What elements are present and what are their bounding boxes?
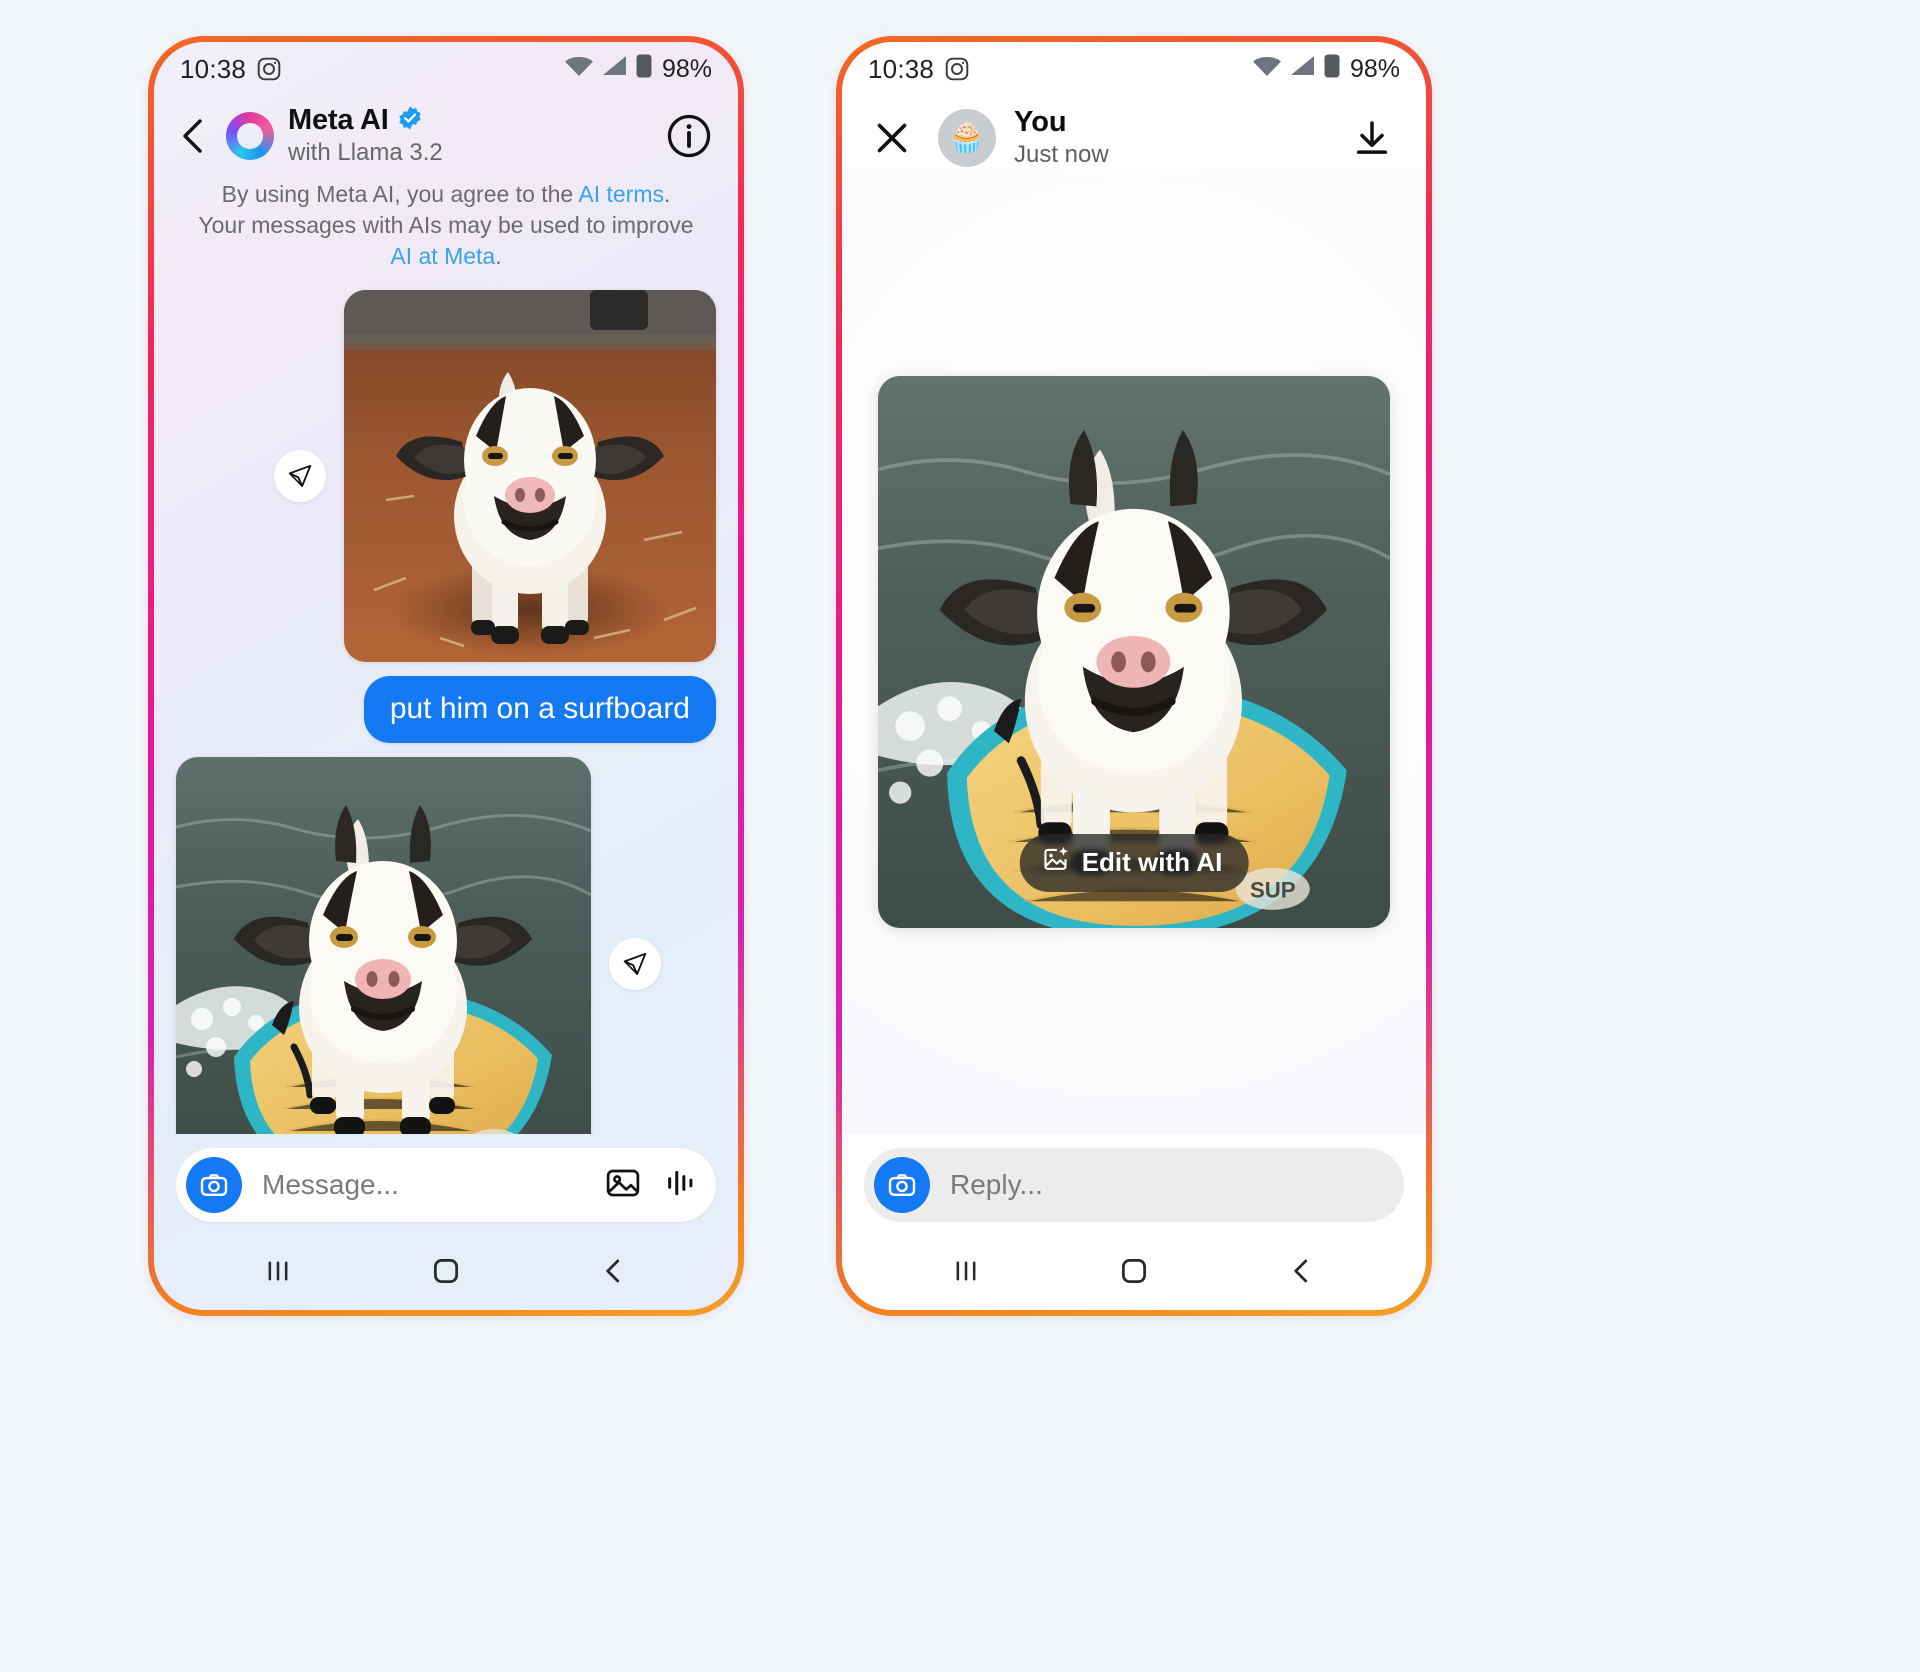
- camera-icon[interactable]: [874, 1157, 930, 1213]
- download-icon[interactable]: [1348, 114, 1396, 162]
- disclaimer-part3: .: [495, 243, 502, 269]
- sparkle-image-icon: [1042, 845, 1070, 880]
- reply-composer: Reply...: [842, 1134, 1426, 1232]
- home-icon[interactable]: [1099, 1241, 1169, 1301]
- ai-at-meta-link[interactable]: AI at Meta: [390, 243, 495, 269]
- recents-icon[interactable]: [931, 1241, 1001, 1301]
- image-gallery-icon[interactable]: [604, 1164, 642, 1207]
- composer-bar[interactable]: Message...: [176, 1148, 716, 1222]
- meta-ai-ring-icon[interactable]: [226, 111, 274, 160]
- page-root: 10:38 98% Meta AI with Llama 3.2 By usin…: [0, 0, 1920, 1672]
- avatar[interactable]: 🧁: [938, 108, 996, 167]
- camera-icon[interactable]: [186, 1157, 242, 1213]
- message-composer: Message...: [154, 1134, 738, 1232]
- instagram-icon: [944, 56, 970, 82]
- edit-with-ai-label: Edit with AI: [1081, 847, 1223, 877]
- send-paper-plane-icon[interactable]: [609, 938, 661, 990]
- battery-icon: [1324, 53, 1340, 86]
- story-timestamp: Just now: [1014, 141, 1109, 168]
- page-title: Meta AI: [288, 104, 389, 136]
- received-image-goat-surf[interactable]: SUP: [176, 756, 591, 1134]
- svg-text:SUP: SUP: [1250, 877, 1296, 902]
- status-bar-left: 10:38 98%: [154, 42, 738, 96]
- chat-title-row: Meta AI: [288, 104, 443, 137]
- back-chevron-icon[interactable]: [172, 114, 216, 158]
- composer-icons: [604, 1164, 698, 1207]
- status-time: 10:38: [868, 53, 935, 84]
- story-header-texts: You Just now: [1014, 106, 1109, 169]
- goat-on-dirt-illustration: [344, 290, 716, 662]
- message-input[interactable]: Message...: [262, 1169, 604, 1201]
- edit-with-ai-button[interactable]: Edit with AI: [1019, 833, 1249, 892]
- battery-percent: 98%: [1349, 54, 1400, 83]
- story-content[interactable]: SUP Edit with AI: [842, 169, 1426, 1134]
- story-image-goat-surf[interactable]: SUP Edit with AI: [878, 375, 1390, 928]
- story-header: 🧁 You Just now: [842, 96, 1426, 169]
- send-paper-plane-icon[interactable]: [274, 450, 326, 502]
- android-nav-bar-left: [154, 1232, 738, 1310]
- phone-mockup-left: 10:38 98% Meta AI with Llama 3.2 By usin…: [148, 36, 744, 1316]
- chat-message-list[interactable]: put him on a surfboard: [154, 272, 738, 1134]
- goat-on-surfboard-illustration: SUP: [176, 756, 591, 1134]
- home-icon[interactable]: [411, 1241, 481, 1301]
- ai-disclaimer: By using Meta AI, you agree to the AI te…: [154, 167, 738, 272]
- status-icons-left: 98%: [564, 53, 712, 86]
- status-icons-right: 98%: [1252, 53, 1400, 86]
- sent-image-goat-dirt[interactable]: [344, 290, 716, 662]
- verified-badge-icon: [397, 105, 423, 136]
- recents-icon[interactable]: [243, 1241, 313, 1301]
- wifi-icon: [1252, 54, 1282, 85]
- message-row-sent-text: put him on a surfboard: [154, 662, 738, 743]
- screen-meta-ai-chat: 10:38 98% Meta AI with Llama 3.2 By usin…: [154, 42, 738, 1310]
- signal-icon: [601, 54, 629, 85]
- screen-story-viewer: 10:38 98% 🧁 You Just now SUP Edit with A…: [842, 42, 1426, 1310]
- info-circle-icon[interactable]: [666, 113, 712, 159]
- instagram-icon: [256, 56, 282, 82]
- battery-percent: 98%: [661, 54, 712, 83]
- wifi-icon: [564, 54, 594, 85]
- chat-subtitle: with Llama 3.2: [288, 139, 443, 166]
- back-icon[interactable]: [1267, 1241, 1337, 1301]
- message-row-received-photo: SUP: [154, 756, 738, 1134]
- status-time: 10:38: [180, 53, 247, 84]
- ai-terms-link[interactable]: AI terms: [578, 181, 664, 207]
- signal-icon: [1289, 54, 1317, 85]
- message-row-sent-photo: [154, 290, 738, 662]
- close-x-icon[interactable]: [868, 114, 916, 162]
- battery-icon: [636, 53, 652, 86]
- audio-waveform-icon[interactable]: [664, 1164, 698, 1207]
- chat-header-texts: Meta AI with Llama 3.2: [288, 104, 443, 167]
- status-bar-right: 10:38 98%: [842, 42, 1426, 96]
- reply-bar[interactable]: Reply...: [864, 1148, 1404, 1222]
- story-author-name: You: [1014, 106, 1067, 138]
- disclaimer-part1: By using Meta AI, you agree to the: [221, 181, 579, 207]
- chat-header: Meta AI with Llama 3.2: [154, 96, 738, 167]
- back-icon[interactable]: [579, 1241, 649, 1301]
- reply-input[interactable]: Reply...: [950, 1169, 1386, 1201]
- message-bubble-sent[interactable]: put him on a surfboard: [363, 676, 716, 743]
- android-nav-bar-right: [842, 1232, 1426, 1310]
- phone-mockup-right: 10:38 98% 🧁 You Just now SUP Edit with A…: [836, 36, 1432, 1316]
